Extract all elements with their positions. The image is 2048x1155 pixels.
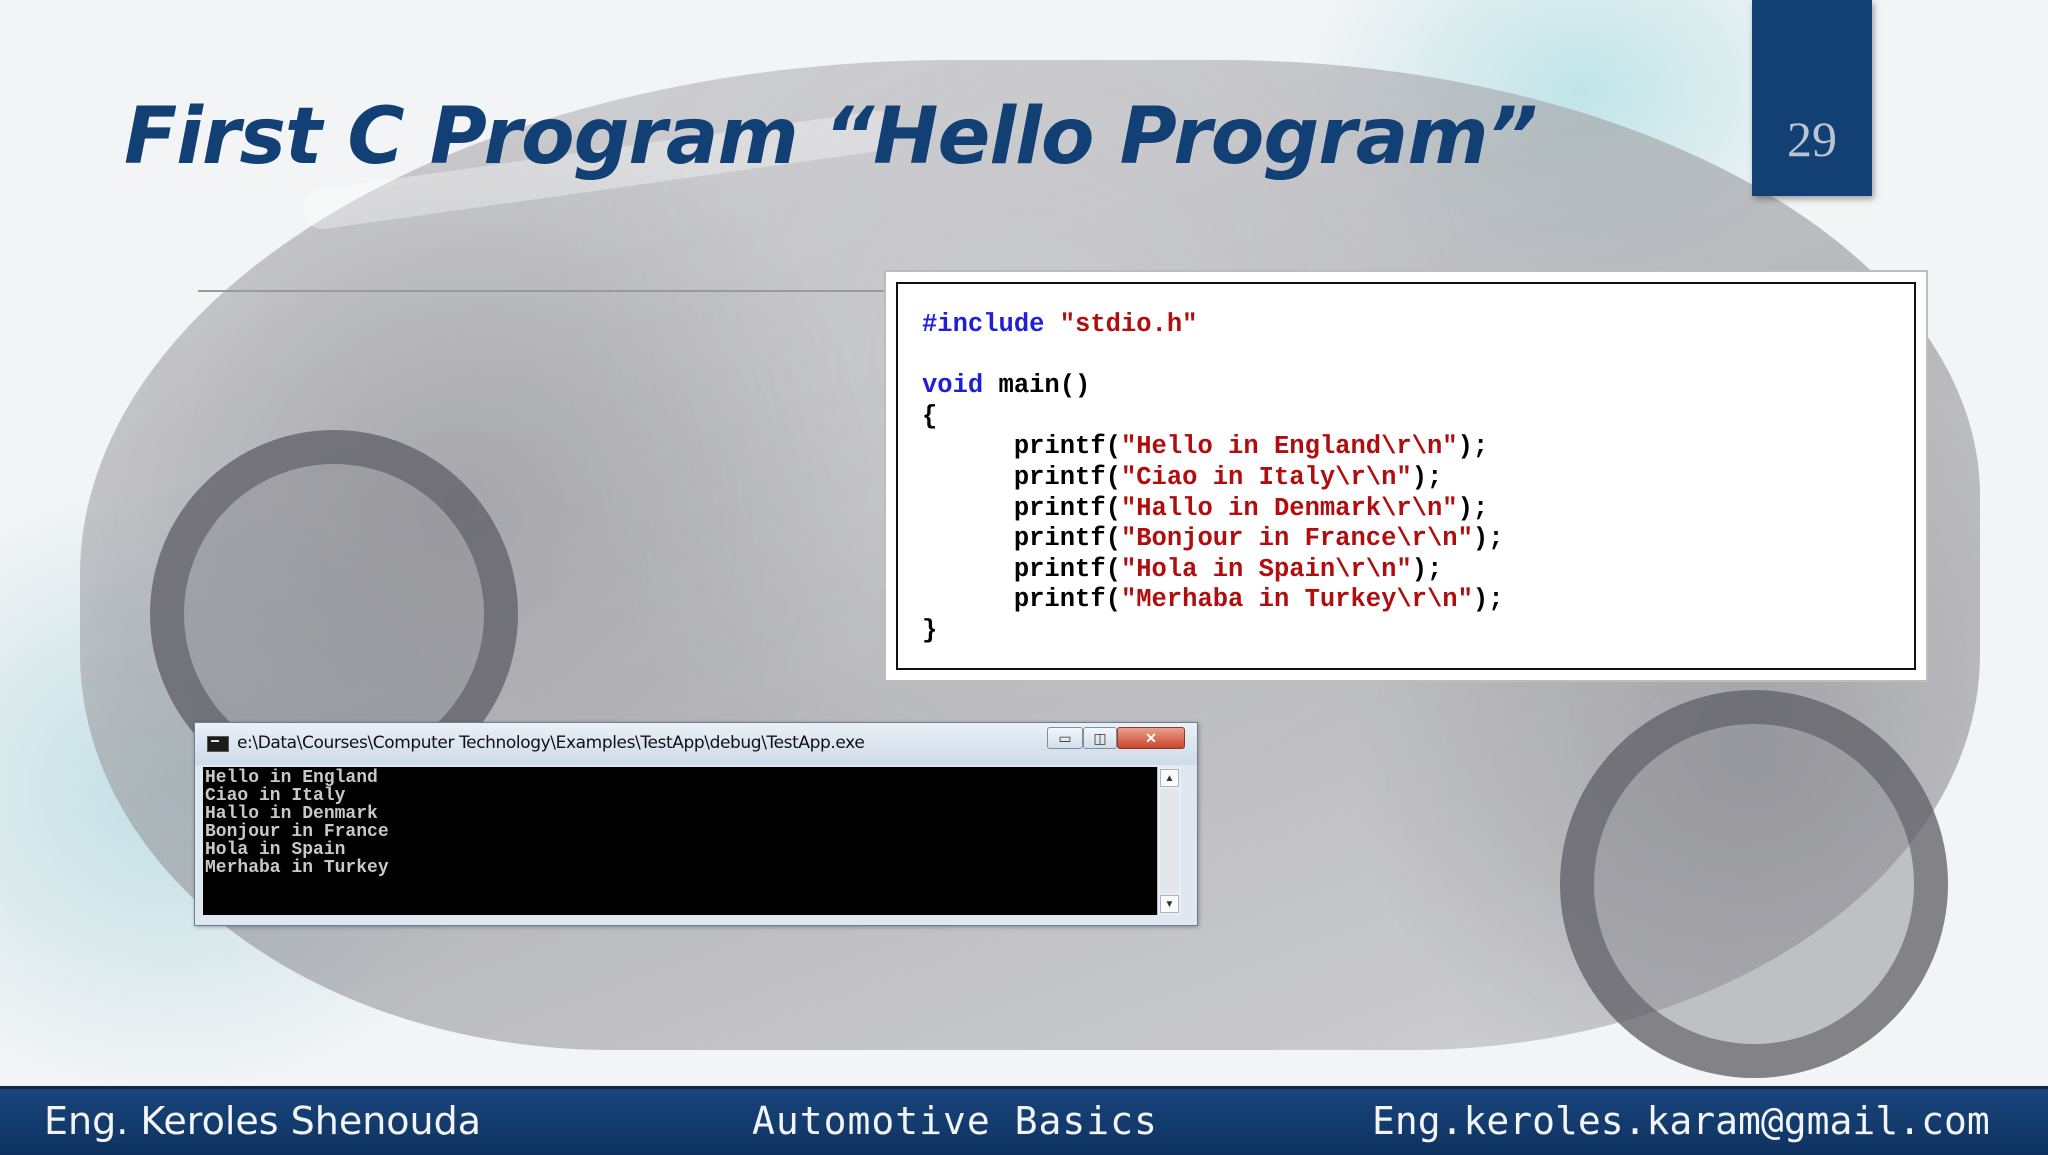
code-text: { [922,401,938,431]
code-line: printf("Hallo in Denmark\r\n"); [922,494,1914,525]
code-text: main() [983,371,1091,401]
code-text: printf( [922,554,1121,584]
code-text: ); [1411,462,1443,492]
footer-course: Automotive Basics [752,1099,1158,1143]
console-output-line: Hallo in Denmark [205,804,378,824]
console-window-icon [207,736,229,752]
code-panel: #include "stdio.h" void main(){ printf("H… [884,270,1928,682]
code-text: ); [1457,432,1489,462]
code-string: "Merhaba in Turkey\r\n" [1120,585,1473,615]
console-scrollbar[interactable]: ▲ ▼ [1157,767,1181,915]
code-string: "Ciao in Italy\r\n" [1120,462,1412,492]
code-line: printf("Merhaba in Turkey\r\n"); [922,585,1914,616]
code-line: printf("Bonjour in France\r\n"); [922,524,1914,555]
console-output-line: Ciao in Italy [205,786,346,806]
minimize-button[interactable]: ▭ [1047,727,1083,749]
code-text: printf( [922,462,1121,492]
footer-bar: Eng. Keroles Shenouda Automotive Basics … [0,1086,2048,1155]
scroll-track[interactable] [1160,789,1179,893]
code-text: printf( [922,432,1121,462]
code-string: "Hallo in Denmark\r\n" [1120,493,1458,523]
footer-email: Eng.keroles.karam@gmail.com [1372,1099,1990,1143]
console-output[interactable]: Hello in England Ciao in Italy Hallo in De… [203,767,1157,915]
scroll-up-arrow-icon[interactable]: ▲ [1160,769,1179,787]
maximize-button[interactable]: ◫ [1083,727,1117,749]
code-string: "Hello in England\r\n" [1120,432,1458,462]
code-line: } [922,616,1914,647]
code-line: { [922,402,1914,433]
console-output-line: Hello in England [205,768,378,788]
code-keyword: void [922,371,984,401]
scroll-down-arrow-icon[interactable]: ▼ [1160,895,1179,913]
code-text: } [922,615,938,645]
code-string: "Bonjour in France\r\n" [1120,524,1473,554]
console-title: e:\Data\Courses\Computer Technology\Exam… [237,733,865,753]
page-number-tab: 29 [1752,0,1872,196]
code-string: "stdio.h" [1059,310,1198,339]
code-line: void main() [922,371,1914,402]
console-output-line: Hola in Spain [205,840,346,860]
footer-author: Eng. Keroles Shenouda [44,1099,482,1143]
page-number: 29 [1787,111,1837,167]
background-wheel [1560,690,1948,1078]
console-titlebar[interactable]: e:\Data\Courses\Computer Technology\Exam… [195,723,1197,765]
console-output-line: Bonjour in France [205,822,389,842]
code-line: printf("Hello in England\r\n"); [922,432,1914,463]
code-text: printf( [922,493,1121,523]
code-text: ); [1472,524,1504,554]
console-window[interactable]: e:\Data\Courses\Computer Technology\Exam… [194,722,1198,926]
console-output-line: Merhaba in Turkey [205,858,389,878]
code-block: #include "stdio.h" void main(){ printf("H… [896,282,1916,670]
code-text: printf( [922,585,1121,615]
code-text: ); [1411,554,1443,584]
close-button[interactable]: ✕ [1117,727,1185,749]
code-keyword: #include [922,310,1045,339]
code-string: "Hola in Spain\r\n" [1120,554,1412,584]
code-text: printf( [922,524,1121,554]
code-text: ); [1472,585,1504,615]
code-line: printf("Ciao in Italy\r\n"); [922,463,1914,494]
code-line: #include "stdio.h" [922,310,1914,341]
slide-title: First C Program “Hello Program” [124,92,1538,182]
code-line: printf("Hola in Spain\r\n"); [922,555,1914,586]
code-text: ); [1457,493,1489,523]
title-underline [198,290,898,292]
